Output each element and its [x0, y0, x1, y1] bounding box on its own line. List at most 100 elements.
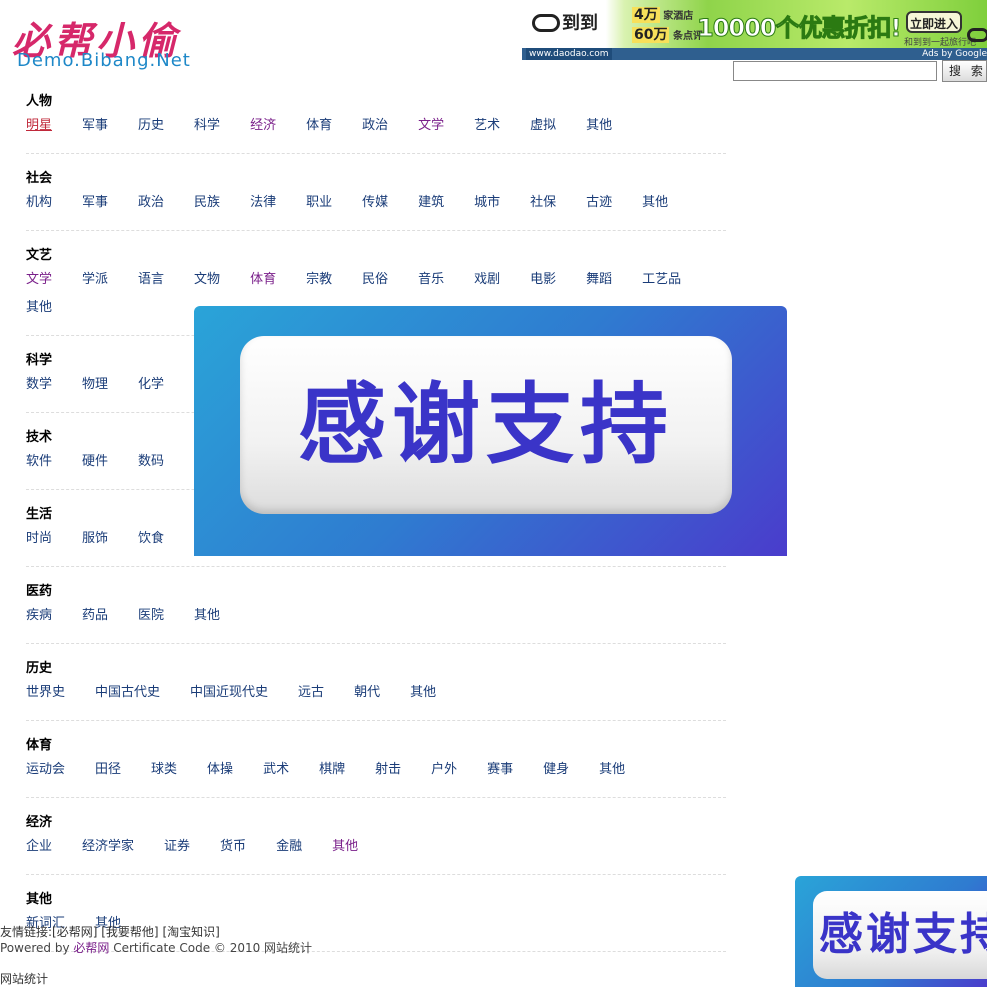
category-links: 运动会 田径 球类 体操 武术 棋牌 射击 户外 赛事 健身 其他 [26, 756, 726, 784]
owl-icon [967, 28, 987, 42]
category-link[interactable]: 电影 [530, 266, 556, 294]
category-link[interactable]: 企业 [26, 833, 52, 861]
category-link[interactable]: 体育 [250, 266, 276, 294]
category-section: 社会 机构 军事 政治 民族 法律 职业 传媒 建筑 城市 社保 古迹 其他 [26, 165, 726, 231]
category-link[interactable]: 政治 [362, 112, 388, 140]
category-link[interactable]: 语言 [138, 266, 164, 294]
category-link[interactable]: 经济 [250, 112, 276, 140]
category-link[interactable]: 机构 [26, 189, 52, 217]
category-link[interactable]: 艺术 [474, 112, 500, 140]
category-link[interactable]: 朝代 [354, 679, 380, 707]
category-link[interactable]: 货币 [220, 833, 246, 861]
category-link[interactable]: 武术 [263, 756, 289, 784]
category-link[interactable]: 健身 [543, 756, 569, 784]
category-link[interactable]: 金融 [276, 833, 302, 861]
category-link[interactable]: 证券 [164, 833, 190, 861]
category-link[interactable]: 其他 [332, 833, 358, 861]
category-link[interactable]: 世界史 [26, 679, 65, 707]
category-link[interactable]: 职业 [306, 189, 332, 217]
ad-banner[interactable]: 到到 4万 家酒店 60万 条点评 10000个优惠折扣! 立即进入 和到到一起… [522, 0, 987, 60]
category-link[interactable]: 戏剧 [474, 266, 500, 294]
category-link[interactable]: 社保 [530, 189, 556, 217]
category-link[interactable]: 其他 [26, 294, 52, 322]
powered-by: Powered by 必帮网 Certificate Code © 2010 网… [0, 940, 700, 957]
category-link[interactable]: 时尚 [26, 525, 52, 553]
category-link[interactable]: 体操 [207, 756, 233, 784]
category-link[interactable]: 软件 [26, 448, 52, 476]
friend-link-bibang[interactable]: [必帮网] [52, 925, 97, 939]
category-link[interactable]: 政治 [138, 189, 164, 217]
category-link[interactable]: 数学 [26, 371, 52, 399]
powered-suffix: Certificate Code © 2010 网站统计 [109, 941, 313, 955]
category-link[interactable]: 数码 [138, 448, 164, 476]
category-link[interactable]: 军事 [82, 112, 108, 140]
friend-links-label: 友情链接: [0, 925, 53, 939]
ad-tagline: 和到到一起旅行吧 [904, 38, 977, 48]
site-stats-link[interactable]: 网站统计 [0, 970, 48, 987]
category-link[interactable]: 虚拟 [530, 112, 556, 140]
category-link[interactable]: 赛事 [487, 756, 513, 784]
category-link[interactable]: 民俗 [362, 266, 388, 294]
category-link[interactable]: 军事 [82, 189, 108, 217]
category-link[interactable]: 户外 [431, 756, 457, 784]
category-link[interactable]: 物理 [82, 371, 108, 399]
category-link[interactable]: 药品 [82, 602, 108, 630]
category-link[interactable]: 法律 [250, 189, 276, 217]
category-link[interactable]: 文物 [194, 266, 220, 294]
friend-link-help[interactable]: [我要帮他] [101, 925, 158, 939]
category-link[interactable]: 中国古代史 [95, 679, 160, 707]
category-link[interactable]: 其他 [599, 756, 625, 784]
category-link[interactable]: 其他 [194, 602, 220, 630]
category-link[interactable]: 体育 [306, 112, 332, 140]
thanks-support-corner-float[interactable]: 感谢支持 [795, 876, 987, 987]
ad-url[interactable]: www.daodao.com [526, 48, 612, 60]
category-link[interactable]: 其他 [586, 112, 612, 140]
category-link[interactable]: 射击 [375, 756, 401, 784]
category-link[interactable]: 棋牌 [319, 756, 345, 784]
category-link[interactable]: 城市 [474, 189, 500, 217]
category-title: 历史 [26, 661, 53, 676]
category-link[interactable]: 球类 [151, 756, 177, 784]
powered-brand-link[interactable]: 必帮网 [73, 941, 109, 955]
category-link[interactable]: 音乐 [418, 266, 444, 294]
category-link[interactable]: 明星 [26, 112, 52, 140]
category-link[interactable]: 文学 [26, 266, 52, 294]
category-link[interactable]: 医院 [138, 602, 164, 630]
ad-enter-button[interactable]: 立即进入 [906, 11, 962, 33]
category-link[interactable]: 历史 [138, 112, 164, 140]
friend-link-taobao[interactable]: [淘宝知识] [162, 925, 219, 939]
category-link[interactable]: 中国近现代史 [190, 679, 268, 707]
category-link[interactable]: 远古 [298, 679, 324, 707]
category-link[interactable]: 舞蹈 [586, 266, 612, 294]
category-link[interactable]: 文学 [418, 112, 444, 140]
search-button[interactable]: 搜 索 [942, 60, 987, 82]
category-link[interactable]: 经济学家 [82, 833, 134, 861]
owl-icon [532, 14, 560, 32]
category-title: 体育 [26, 738, 53, 753]
category-link[interactable]: 服饰 [82, 525, 108, 553]
category-link[interactable]: 其他 [642, 189, 668, 217]
category-link[interactable]: 田径 [95, 756, 121, 784]
category-link[interactable]: 运动会 [26, 756, 65, 784]
category-link[interactable]: 硬件 [82, 448, 108, 476]
ad-brand-name: 到到 [562, 13, 598, 34]
category-link[interactable]: 民族 [194, 189, 220, 217]
category-link[interactable]: 饮食 [138, 525, 164, 553]
category-link[interactable]: 工艺品 [642, 266, 681, 294]
category-link[interactable]: 学派 [82, 266, 108, 294]
category-link[interactable]: 化学 [138, 371, 164, 399]
category-link[interactable]: 建筑 [418, 189, 444, 217]
category-link[interactable]: 宗教 [306, 266, 332, 294]
category-section: 历史世界史 中国古代史 中国近现代史 远古 朝代 其他 [26, 655, 726, 721]
ads-by-google-link[interactable]: Ads by Google [922, 48, 987, 60]
category-link[interactable]: 古迹 [586, 189, 612, 217]
category-link[interactable]: 疾病 [26, 602, 52, 630]
category-link[interactable]: 其他 [410, 679, 436, 707]
category-link[interactable]: 传媒 [362, 189, 388, 217]
search-input[interactable] [733, 61, 937, 81]
site-logo[interactable]: 必帮小偷 Demo.Bibang.Net [10, 8, 210, 74]
thanks-support-popup[interactable]: 感谢支持 [194, 306, 787, 556]
category-section: 经济 企业 经济学家 证券 货币 金融 其他 [26, 809, 726, 875]
category-link[interactable]: 科学 [194, 112, 220, 140]
corner-text: 感谢支持 [819, 909, 987, 960]
